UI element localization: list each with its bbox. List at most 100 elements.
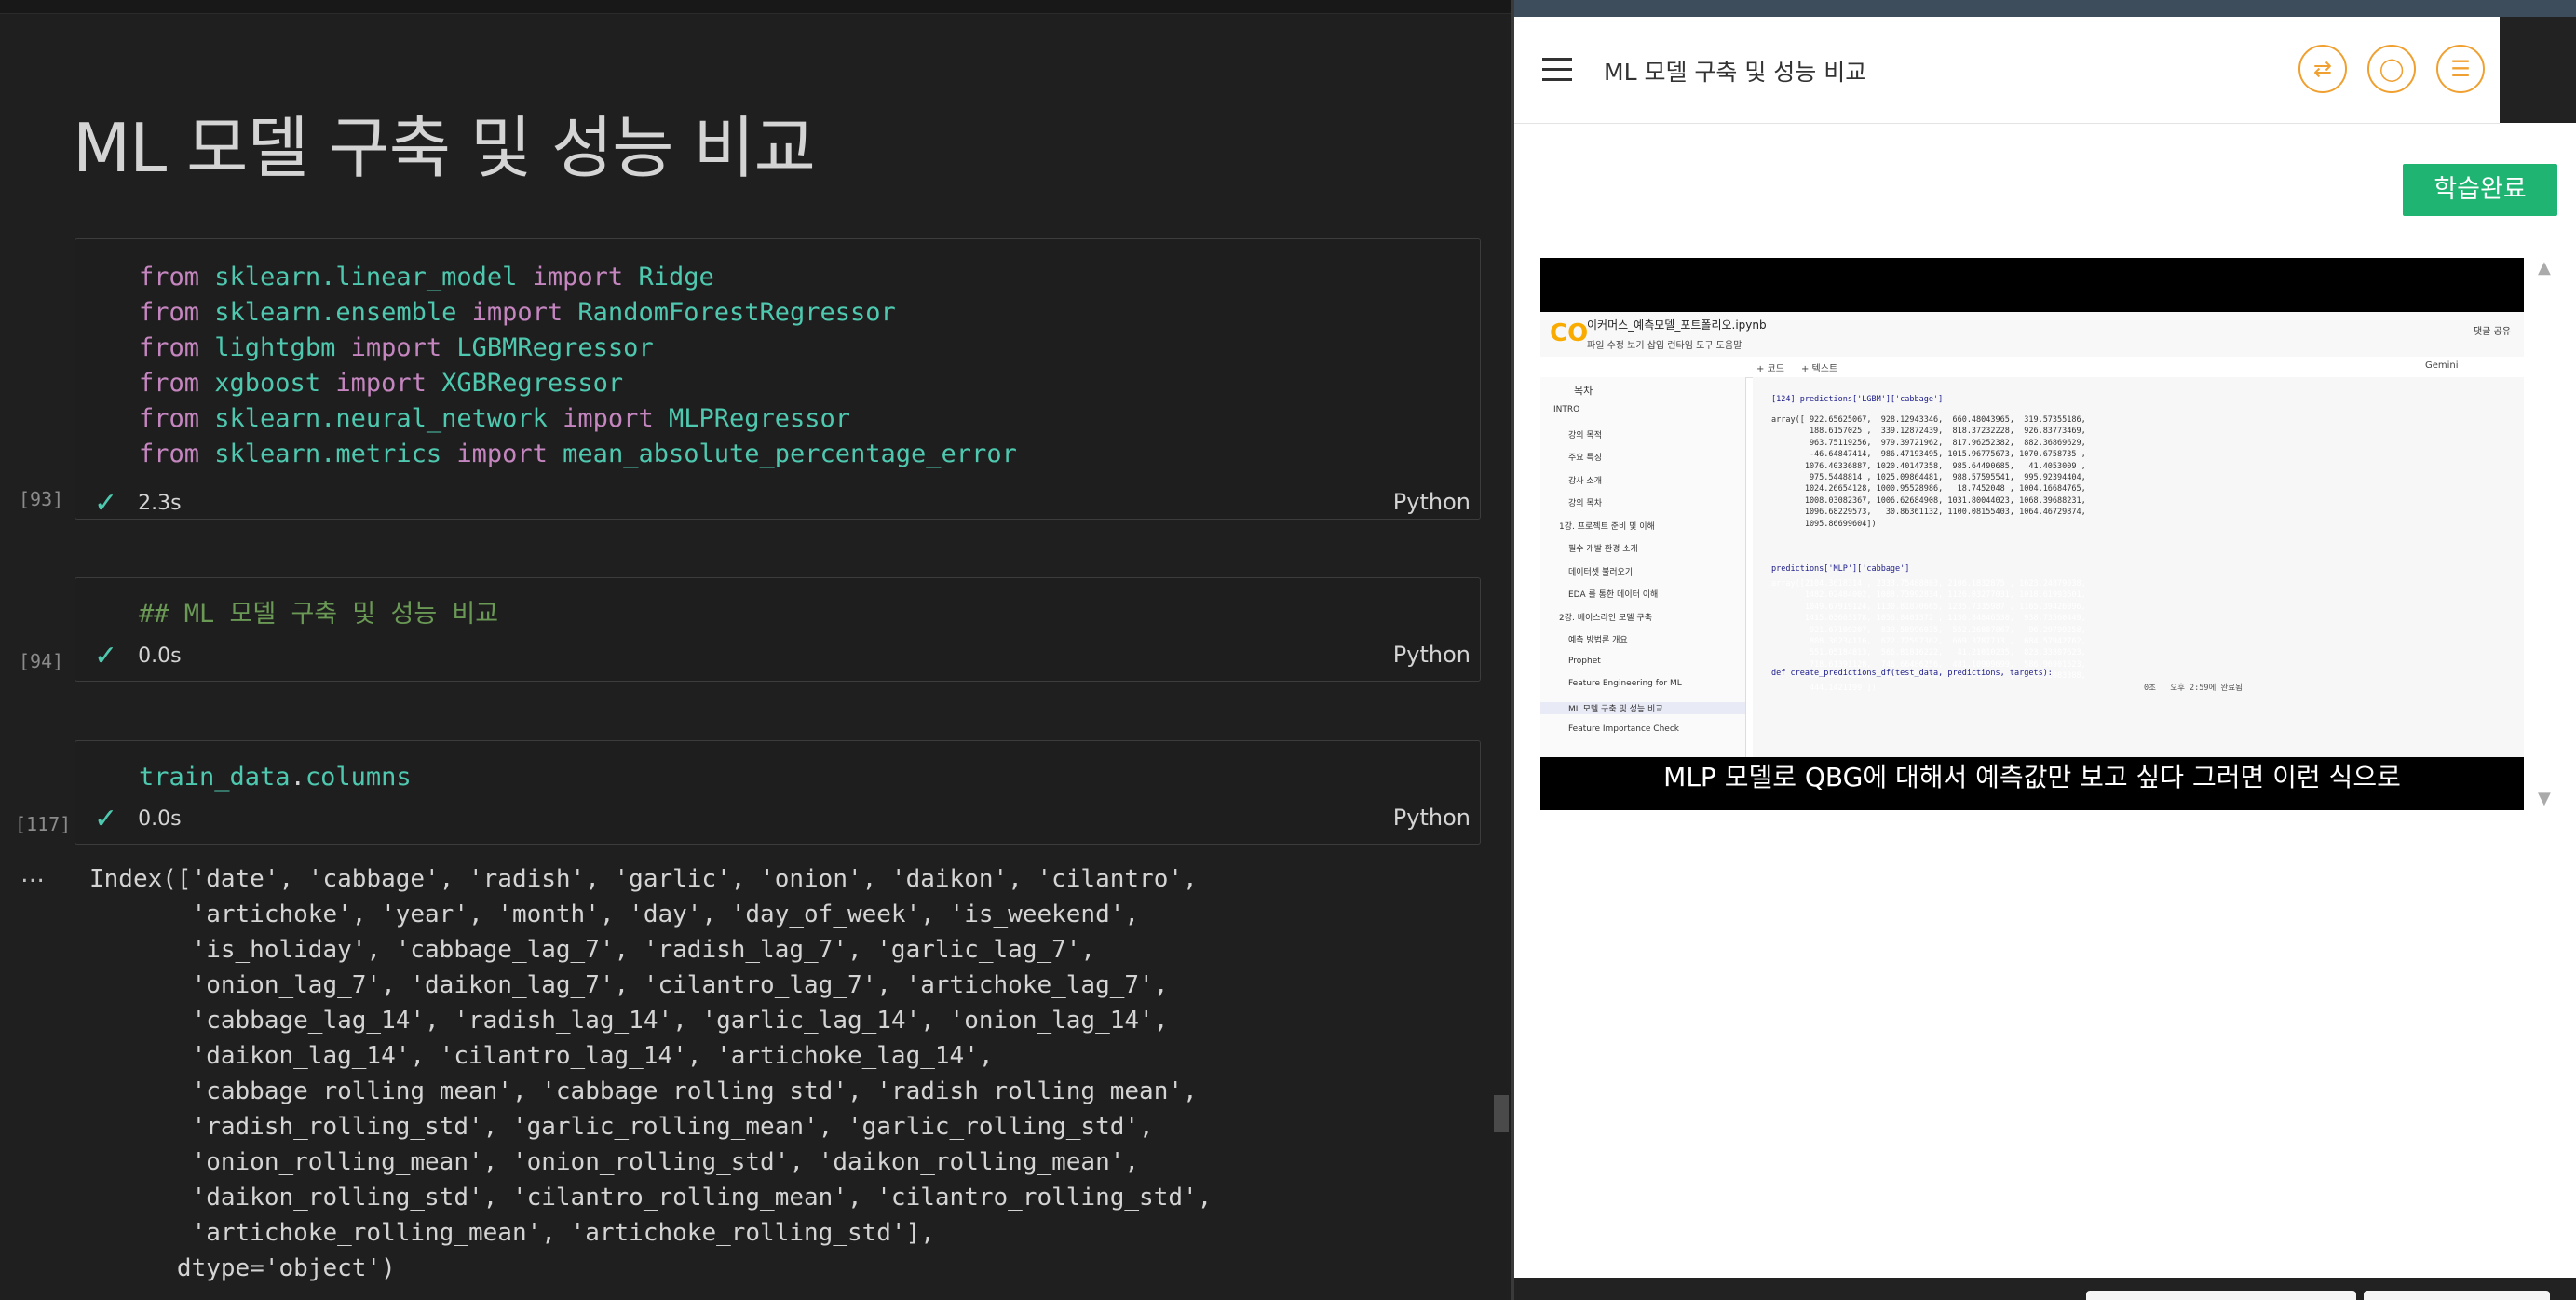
- colab-toc-item: 주요 특징: [1568, 454, 1602, 463]
- colab-cell-code: def create_predictions_df(test_data, pre…: [1771, 669, 2053, 678]
- execution-count: [93]: [19, 488, 64, 510]
- code-keyword: from: [139, 263, 215, 291]
- code-attribute: columns: [305, 763, 412, 792]
- code-identifier: RandomForestRegressor: [577, 298, 896, 327]
- code-identifier: Ridge: [638, 263, 714, 291]
- colab-toc-item: 강의 목차: [1568, 499, 1602, 508]
- header-edge: [2500, 17, 2576, 123]
- exec-status: ✓ 0.0s: [94, 640, 182, 672]
- video-caption: MLP 모델로 QBG에 대해서 예측값만 보고 싶다 그러면 이런 식으로: [1663, 762, 2401, 792]
- check-icon: ✓: [94, 640, 118, 672]
- code-cell-markdown-comment[interactable]: ## ML 모델 구축 및 성능 비교 ✓ 0.0s Python: [75, 577, 1481, 682]
- scroll-up-icon[interactable]: ▲: [2538, 258, 2551, 278]
- lesson-title: ML 모델 구축 및 성능 비교: [1604, 59, 1867, 86]
- colab-add-text: + 텍스트: [1801, 364, 1838, 374]
- code-editor[interactable]: train_data.columns: [139, 760, 412, 795]
- execution-count: [94]: [19, 650, 64, 672]
- colab-file-name: 이커머스_예측모델_포트폴리오.ipynb: [1587, 318, 1767, 332]
- video-player[interactable]: CO 이커머스_예측모델_포트폴리오.ipynb 파일 수정 보기 삽입 런타임…: [1540, 258, 2524, 810]
- colab-toc-item: 강의 목적: [1568, 430, 1602, 440]
- colab-share: 댓글 공유: [2474, 327, 2511, 337]
- code-keyword: import: [456, 298, 578, 327]
- colab-toc-item: 필수 개발 환경 소개: [1568, 545, 1638, 554]
- code-identifier: sklearn.neural_network: [214, 404, 548, 433]
- lesson-panel: ML 모델 구축 및 성능 비교 ⇄ ◯ ☰ 학습완료 CO 이커머스_예측모델…: [1514, 0, 2576, 1300]
- chat-icon[interactable]: ◯: [2367, 45, 2416, 93]
- notebook-top-strip: [0, 0, 1511, 14]
- notebook-panel: ML 모델 구축 및 성능 비교 from sklearn.linear_mod…: [0, 0, 1511, 1300]
- cell-language[interactable]: Python: [1393, 489, 1471, 515]
- code-identifier: sklearn.metrics: [214, 440, 442, 468]
- colab-toc-item: Feature Importance Check: [1568, 724, 1679, 734]
- cell-language[interactable]: Python: [1393, 642, 1471, 668]
- code-line: from sklearn.metrics import mean_absolut…: [139, 437, 1017, 472]
- lesson-header: ML 모델 구축 및 성능 비교 ⇄ ◯ ☰: [1514, 17, 2500, 124]
- code-line: from sklearn.ensemble import RandomFores…: [139, 295, 1017, 331]
- code-identifier: MLPRegressor: [668, 404, 851, 433]
- exec-status: ✓ 2.3s: [94, 487, 182, 520]
- colab-toc-item: 강사 소개: [1568, 476, 1602, 486]
- code-identifier: XGBRegressor: [441, 369, 624, 398]
- code-cell-imports[interactable]: from sklearn.linear_model import Ridge fr…: [75, 238, 1481, 520]
- check-icon: ✓: [94, 487, 118, 520]
- code-identifier: sklearn.ensemble: [214, 298, 457, 327]
- code-keyword: from: [139, 440, 215, 468]
- code-identifier: lightgbm: [214, 333, 336, 362]
- bottom-tab[interactable]: [2364, 1291, 2550, 1300]
- colab-add-code: + 코드: [1756, 364, 1784, 374]
- notebook-heading: ML 모델 구축 및 성능 비교: [73, 109, 816, 187]
- code-editor[interactable]: ## ML 모델 구축 및 성능 비교: [139, 597, 498, 632]
- colab-toc-item: Prophet: [1568, 656, 1601, 666]
- code-identifier: mean_absolute_percentage_error: [563, 440, 1017, 468]
- bottom-bar: [1514, 1278, 2576, 1300]
- colab-toc-item: EDA 를 통한 데이터 이해: [1568, 590, 1659, 600]
- bottom-tab[interactable]: [2086, 1291, 2356, 1300]
- exec-time: 2.3s: [138, 492, 182, 515]
- video-frame-colab-screenshot: CO 이커머스_예측모델_포트폴리오.ipynb 파일 수정 보기 삽입 런타임…: [1540, 312, 2524, 757]
- colab-header: CO 이커머스_예측모델_포트폴리오.ipynb 파일 수정 보기 삽입 런타임…: [1540, 312, 2524, 357]
- colab-cell-output: array([ 922.65625067, 928.12943346, 660.…: [1771, 415, 2086, 529]
- colab-toc: 목차 INTRO 강의 목적 주요 특징 강사 소개 강의 목차 1강. 프로젝트 준비 …: [1540, 377, 1746, 757]
- code-cell-columns[interactable]: train_data.columns ✓ 0.0s Python: [75, 740, 1481, 845]
- code-editor[interactable]: from sklearn.linear_model import Ridge fr…: [139, 260, 1017, 472]
- colab-toc-item: INTRO: [1553, 405, 1580, 414]
- colab-toc-item: 데이터셋 불러오기: [1568, 567, 1634, 577]
- code-identifier: sklearn.linear_model: [214, 263, 518, 291]
- hamburger-menu-icon[interactable]: [1542, 58, 1572, 82]
- exec-status: ✓ 0.0s: [94, 803, 182, 835]
- scroll-down-icon[interactable]: ▼: [2538, 789, 2551, 808]
- colab-status: 0초 오후 2:59에 완료됨: [2144, 684, 2243, 693]
- colab-toc-item: ML 모델 구축 및 성능 비교: [1540, 701, 1745, 714]
- check-icon: ✓: [94, 803, 118, 835]
- code-identifier: LGBMRegressor: [456, 333, 654, 362]
- code-keyword: import: [441, 440, 563, 468]
- code-line: from sklearn.neural_network import MLPRe…: [139, 401, 1017, 437]
- scrollbar[interactable]: ▲ ▼: [2531, 258, 2559, 810]
- code-keyword: import: [320, 369, 442, 398]
- colab-toc-item: 2강. 베이스라인 모델 구축: [1559, 613, 1652, 623]
- exec-time: 0.0s: [138, 807, 182, 831]
- code-line: from lightgbm import LGBMRegressor: [139, 331, 1017, 366]
- exec-time: 0.0s: [138, 644, 182, 668]
- code-keyword: import: [335, 333, 457, 362]
- cell-language[interactable]: Python: [1393, 805, 1471, 831]
- swap-icon[interactable]: ⇄: [2298, 45, 2347, 93]
- colab-cell-label: [124] predictions['LGBM']['cabbage']: [1771, 395, 1944, 404]
- colab-logo: CO: [1550, 319, 1589, 347]
- code-keyword: from: [139, 333, 215, 362]
- colab-cell-label: predictions['MLP']['cabbage']: [1771, 564, 1910, 574]
- colab-toc-item: 1강. 프로젝트 준비 및 이해: [1559, 521, 1655, 532]
- code-keyword: from: [139, 404, 215, 433]
- execution-count: [117]: [15, 813, 72, 835]
- colab-toc-item: Feature Engineering for ML: [1568, 679, 1682, 688]
- lesson-top-band: [1514, 0, 2576, 17]
- notes-icon[interactable]: ☰: [2436, 45, 2485, 93]
- scrollbar-thumb[interactable]: [1494, 1095, 1509, 1132]
- colab-toc-item: 예측 방법론 개요: [1568, 636, 1628, 645]
- colab-gemini: Gemini: [2425, 360, 2459, 371]
- code-identifier: xgboost: [214, 369, 321, 398]
- complete-lesson-button[interactable]: 학습완료: [2403, 164, 2557, 216]
- colab-code-area: [124] predictions['LGBM']['cabbage'] arr…: [1753, 377, 2524, 757]
- code-keyword: import: [547, 404, 669, 433]
- output-more-icon[interactable]: …: [20, 860, 45, 888]
